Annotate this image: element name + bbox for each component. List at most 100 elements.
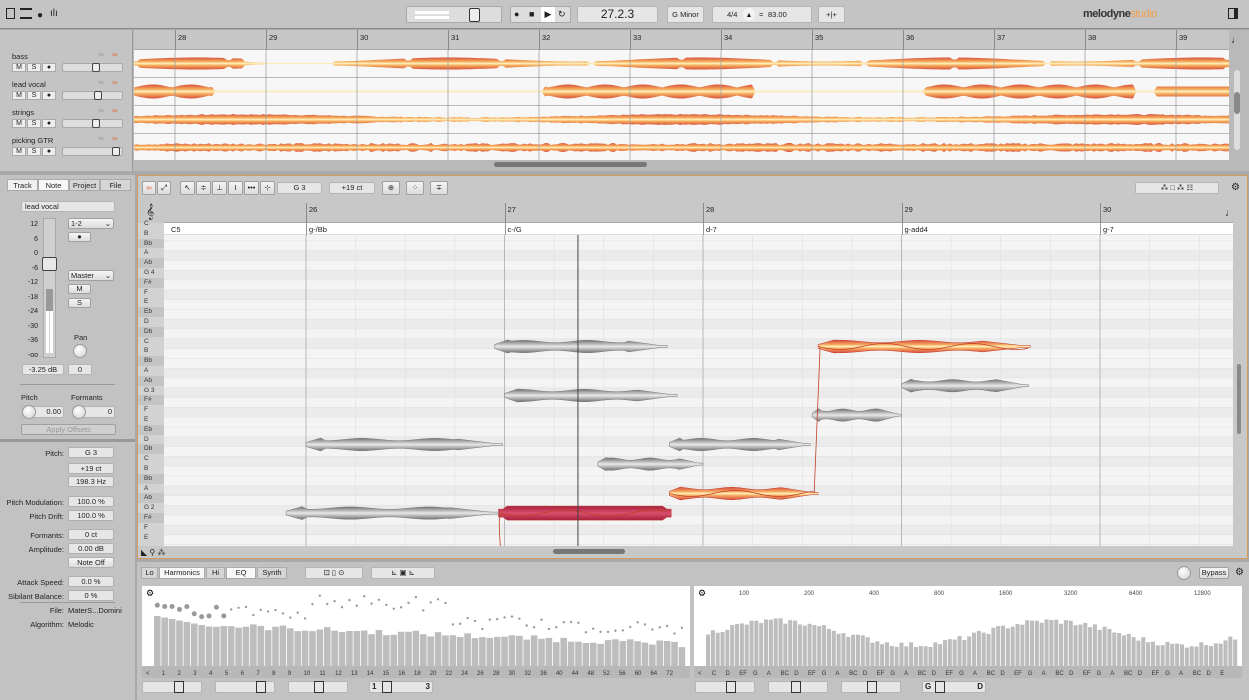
edit-link-icon[interactable]: ∞ <box>112 106 118 115</box>
note-prop-field[interactable]: 100.0 % <box>68 510 114 521</box>
harmonic-range[interactable]: 13 <box>369 681 433 693</box>
pitch-key[interactable]: G 4 <box>138 268 164 278</box>
pitch-key[interactable]: Ab <box>138 258 164 268</box>
editor-v-scrollbar[interactable] <box>1237 239 1243 524</box>
blobs-icon[interactable]: ● <box>37 10 43 21</box>
key-display[interactable]: G Minor <box>667 6 704 23</box>
pitch-key[interactable]: C <box>138 337 164 347</box>
edit-link-icon[interactable]: ∞ <box>112 78 118 87</box>
chord-label[interactable]: C5 <box>171 225 181 234</box>
mute-button[interactable]: M <box>68 284 91 294</box>
quantize-time-button[interactable]: ⁘ <box>406 181 424 195</box>
pitch-key[interactable]: F# <box>138 277 164 288</box>
record-enable-button[interactable]: ● <box>68 232 91 242</box>
note-value-icon[interactable]: ♩ <box>1231 35 1241 46</box>
clef-icon[interactable]: 𝄞 <box>146 203 154 220</box>
timing-tool[interactable]: ••• <box>244 181 259 195</box>
scale-snap-button[interactable]: ∓ <box>430 181 448 195</box>
volume-value[interactable]: -3.25 dB <box>22 364 64 375</box>
solo-button[interactable]: S <box>68 298 91 308</box>
tab-harmonics[interactable]: Harmonics <box>159 567 205 579</box>
harmonics-graph[interactable]: ⚙< 1 2 3 4 5 6 7 8 9 10 11 12 13 14 15 16 18 20 22 24 26 28 30 3… <box>142 586 690 678</box>
pitch-key[interactable]: Ab <box>138 493 164 504</box>
track-mute-button[interactable]: M <box>12 147 26 156</box>
note-prop-field[interactable]: 0.0 % <box>68 576 114 587</box>
note-cents-field[interactable]: +19 ct <box>329 182 375 194</box>
pan-value[interactable]: 0 <box>68 364 92 375</box>
track-solo-button[interactable]: S <box>27 63 41 72</box>
note-prop-field[interactable]: 0 ct <box>68 529 114 540</box>
snap-note-icon[interactable]: ♩ <box>1225 208 1235 219</box>
edit-link-icon[interactable]: ∞ <box>112 134 118 143</box>
tab-track[interactable]: Track <box>7 179 38 191</box>
note-prop-field[interactable]: +19 ct <box>68 463 114 474</box>
output-select[interactable]: Master ⌄ <box>68 270 114 281</box>
slider-handle[interactable] <box>91 119 100 128</box>
algorithm-value[interactable]: Melodic <box>68 620 94 629</box>
track-solo-button[interactable]: S <box>27 119 41 128</box>
arrange-h-scrollbar[interactable] <box>494 162 647 167</box>
view-options[interactable]: ⁂ □ ⁂ ☷ <box>1135 182 1219 194</box>
pitch-key[interactable]: B <box>138 464 164 474</box>
tab-eq[interactable]: EQ <box>226 567 256 579</box>
note-prop-field[interactable]: 0.00 dB <box>68 543 114 554</box>
volume-fader[interactable] <box>42 218 57 358</box>
harmonic-tool-group[interactable]: ⊡ ▯ ⊙ <box>305 567 363 579</box>
track-mute-button[interactable]: M <box>12 119 26 128</box>
pitch-key[interactable]: F# <box>138 513 164 523</box>
pitch-key[interactable]: F <box>138 523 164 533</box>
pitch-key[interactable]: A <box>138 484 164 494</box>
chord-label[interactable]: g-7 <box>1103 225 1114 234</box>
editor-ruler[interactable]: 26 27 28 29 30 <box>164 203 1233 223</box>
track-record-button[interactable]: ● <box>42 91 56 100</box>
tempo[interactable]: 83.00 <box>768 7 787 22</box>
chord-label[interactable]: g-/Bb <box>309 225 327 234</box>
link-icon[interactable]: ∞ <box>98 106 104 115</box>
pitch-key[interactable]: B <box>138 229 164 239</box>
track-volume-slider[interactable] <box>62 119 123 128</box>
chord-label[interactable]: d-7 <box>706 225 717 234</box>
right-slider-3[interactable] <box>841 681 901 693</box>
pitch-key[interactable]: F <box>138 405 164 415</box>
pan-knob[interactable] <box>73 344 87 358</box>
bypass-button[interactable]: Bypass <box>1199 567 1229 579</box>
pitch-offset-knob[interactable] <box>22 405 36 419</box>
formants-offset-knob[interactable] <box>72 405 86 419</box>
play-button[interactable]: ▶ <box>541 7 555 22</box>
tab-file[interactable]: File <box>100 179 131 191</box>
volume-fader-handle[interactable] <box>42 257 57 271</box>
pitch-key[interactable]: D <box>138 435 164 445</box>
separation-tool[interactable]: ⊹ <box>260 181 275 195</box>
right-slider-1[interactable] <box>695 681 755 693</box>
track-name[interactable]: strings <box>12 108 34 117</box>
inspector-toggle-icon[interactable] <box>6 8 15 19</box>
tempo-detect-button[interactable]: +|+ <box>818 6 845 23</box>
pitch-key[interactable]: Eb <box>138 424 164 435</box>
correct-pitch-button[interactable]: ⊕ <box>382 181 400 195</box>
eq-spectrum-graph[interactable]: ⚙ < C D EF G A BC D EF G A BC D EF G A BC D EF G A BC D EF G A BC D E… <box>694 586 1243 678</box>
pitch-key[interactable]: G 3 <box>138 386 164 396</box>
track-record-button[interactable]: ● <box>42 63 56 72</box>
pitch-key[interactable]: E <box>138 415 164 425</box>
arrange-v-scrollbar[interactable] <box>1234 70 1240 150</box>
bypass-knob[interactable] <box>1177 566 1191 580</box>
slider-handle[interactable] <box>112 147 121 156</box>
record-button[interactable]: ● <box>514 7 519 22</box>
slider-handle[interactable] <box>91 63 100 72</box>
left-slider-1[interactable] <box>142 681 202 693</box>
settings-gear-icon[interactable]: ⚙ <box>1231 182 1240 193</box>
pitch-key[interactable]: E <box>138 297 164 307</box>
zoom-tools-icon[interactable]: ◣ ⚲ ⁂ <box>141 548 165 557</box>
tab-hi[interactable]: Hi <box>206 567 225 579</box>
tab-project[interactable]: Project <box>69 179 100 191</box>
apply-offsets-button[interactable]: Apply Offsets <box>21 424 116 435</box>
pitch-key[interactable]: Bb <box>138 473 164 484</box>
pitch-key[interactable]: Eb <box>138 307 164 317</box>
amplitude-tool[interactable]: ⊥ <box>212 181 227 195</box>
track-name-field[interactable]: lead vocal <box>21 201 115 212</box>
pitch-key[interactable]: A <box>138 248 164 258</box>
right-slider-2[interactable] <box>768 681 828 693</box>
main-tool[interactable]: ↖ <box>180 181 195 195</box>
macro-tool[interactable]: ⤢ <box>157 181 171 195</box>
left-slider-2[interactable] <box>215 681 275 693</box>
